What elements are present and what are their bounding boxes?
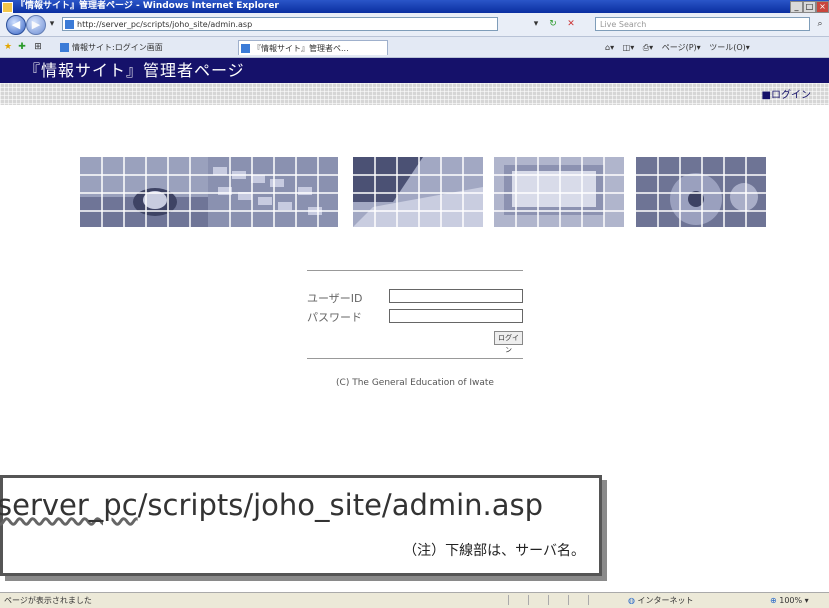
feeds-icon[interactable]: ◫▾ <box>623 43 635 52</box>
refresh-icon[interactable]: ↻ <box>547 18 559 30</box>
tools-menu[interactable]: ツール(O)▾ <box>709 43 750 52</box>
user-id-label: ユーザーID <box>307 292 363 305</box>
photo-laptop <box>353 157 483 227</box>
add-favorites-icon[interactable]: ✚ <box>16 41 28 53</box>
status-segment <box>568 595 583 605</box>
page-title: 『情報サイト』管理者ページ <box>24 61 245 80</box>
quick-tabs-icon[interactable]: ⊞ <box>32 41 44 53</box>
window-title: 『情報サイト』管理者ページ - Windows Internet Explore… <box>16 1 279 11</box>
url-text: http://server_pc/scripts/joho_site/admin… <box>77 20 253 29</box>
tab-favicon-icon <box>60 43 69 52</box>
favorites-star-icon[interactable]: ★ <box>2 41 14 53</box>
tab-favicon-icon <box>241 44 250 53</box>
callout-url: server_pc/scripts/joho_site/admin.asp <box>0 488 543 522</box>
zone-label: インターネット <box>637 596 694 605</box>
photo-mouse <box>80 157 210 227</box>
home-icon[interactable]: ⌂▾ <box>605 43 614 52</box>
password-label: パスワード <box>307 311 362 324</box>
maximize-icon[interactable]: □ <box>803 1 816 13</box>
command-bar: ⌂▾ ◫▾ ⎙▾ ページ(P)▾ ツール(O)▾ <box>605 40 750 55</box>
stop-icon[interactable]: ✕ <box>565 18 577 30</box>
back-arrow-icon[interactable]: ◀ <box>6 15 26 35</box>
url-callout-box: server_pc/scripts/joho_site/admin.asp （注… <box>0 475 602 576</box>
status-text: ページが表示されました <box>4 596 92 605</box>
callout-note: （注）下線部は、サーバ名。 <box>403 543 585 559</box>
ie-app-icon <box>2 2 13 13</box>
url-input[interactable]: http://server_pc/scripts/joho_site/admin… <box>62 17 498 31</box>
tab-admin-page[interactable]: 『情報サイト』管理者ペ... <box>238 40 388 55</box>
photo-disc <box>636 157 766 227</box>
form-divider-top <box>307 270 523 271</box>
header-subbar: ■ログイン <box>0 83 829 105</box>
page-menu[interactable]: ページ(P)▾ <box>662 43 701 52</box>
close-icon[interactable]: × <box>816 1 829 13</box>
login-link[interactable]: ■ログイン <box>762 86 811 101</box>
callout-url-path: /scripts/joho_site/admin.asp <box>137 488 544 522</box>
status-segment <box>588 595 603 605</box>
zoom-icon: ⊕ <box>770 596 777 605</box>
callout-server-name: server_pc <box>0 488 138 522</box>
tab-bar: ★ ✚ ⊞ 情報サイト:ログイン画面 『情報サイト』管理者ペ... ⌂▾ ◫▾ … <box>0 37 829 58</box>
status-bar: ページが表示されました ◍ インターネット ⊕ 100% ▾ <box>0 592 829 608</box>
form-divider-bottom <box>307 358 523 359</box>
zoom-level: 100% <box>779 596 803 605</box>
zoom-control[interactable]: ⊕ 100% ▾ <box>770 593 809 608</box>
status-segment <box>528 595 543 605</box>
print-icon[interactable]: ⎙▾ <box>643 43 653 52</box>
internet-zone: ◍ インターネット <box>628 593 694 608</box>
page-header: 『情報サイト』管理者ページ <box>0 58 829 83</box>
globe-icon: ◍ <box>628 596 635 605</box>
dropdown-chevron-icon[interactable]: ▾ <box>530 18 542 30</box>
photo-monitor <box>494 157 624 227</box>
user-id-input[interactable] <box>389 289 523 303</box>
status-segment <box>508 595 523 605</box>
tab-label: 情報サイト:ログイン画面 <box>72 43 163 52</box>
tab-login-screen[interactable]: 情報サイト:ログイン画面 <box>58 40 208 55</box>
search-icon[interactable]: ⌕ <box>814 18 826 30</box>
tab-label: 『情報サイト』管理者ペ... <box>253 44 349 53</box>
password-input[interactable] <box>389 309 523 323</box>
search-input[interactable]: Live Search <box>595 17 810 31</box>
search-placeholder: Live Search <box>600 20 647 29</box>
page-favicon-icon <box>65 20 74 29</box>
recent-pages-chevron-icon[interactable]: ▾ <box>46 18 58 30</box>
minimize-icon[interactable]: _ <box>790 1 803 13</box>
address-bar: ◀ ▶ ▾ http://server_pc/scripts/joho_site… <box>0 13 829 37</box>
photo-keyboard <box>208 157 338 227</box>
forward-arrow-icon[interactable]: ▶ <box>26 15 46 35</box>
status-segment <box>548 595 563 605</box>
window-title-bar: 『情報サイト』管理者ページ - Windows Internet Explore… <box>0 0 829 13</box>
login-button[interactable]: ログイン <box>494 331 523 354</box>
copyright-text: (C) The General Education of Iwate <box>336 378 494 388</box>
